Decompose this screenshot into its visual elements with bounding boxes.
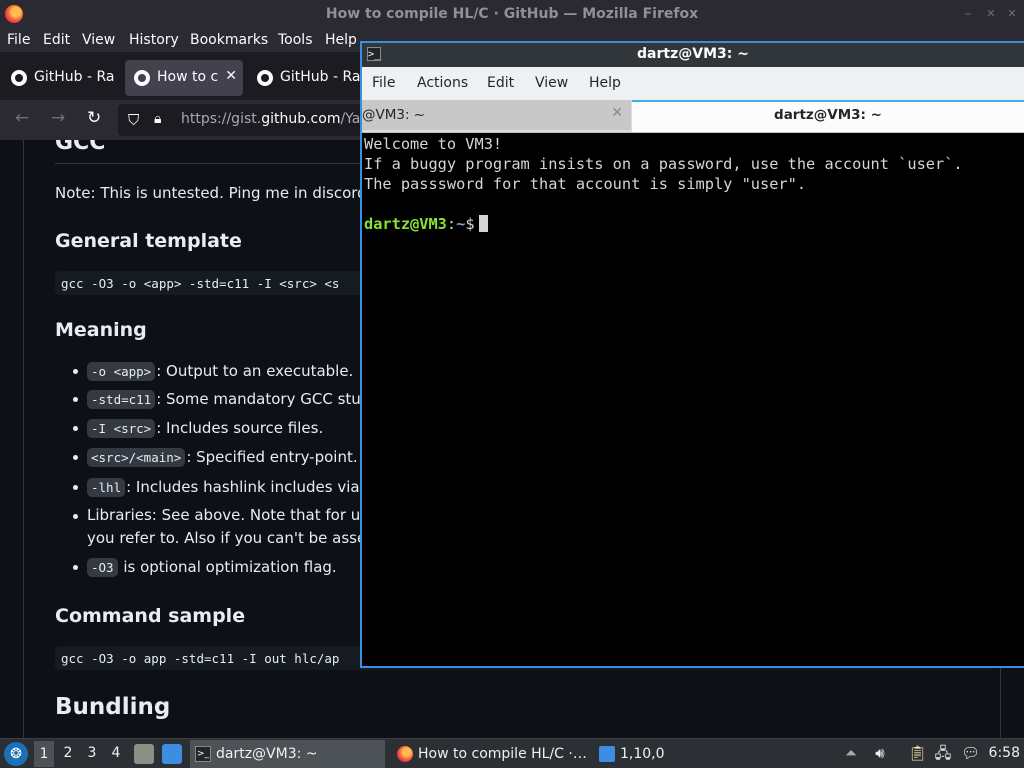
terminal-prompt: dartz@VM3:~$: [364, 214, 488, 234]
terminal-menu-view[interactable]: View: [535, 75, 568, 91]
list-item: -O3 is optional optimization flag.: [87, 558, 337, 577]
lock-icon[interactable]: 🔒︎: [154, 111, 161, 127]
workspace-4[interactable]: 4: [106, 745, 126, 761]
terminal-icon: >_: [195, 746, 211, 762]
url-text: https://gist.github.com/Ya: [181, 111, 361, 127]
menu-view[interactable]: View: [82, 32, 115, 48]
list-item: <src>/<main>: Specified entry-point.: [87, 448, 358, 467]
notifications-icon[interactable]: 💬︎: [961, 744, 980, 762]
tab-github-1[interactable]: GitHub - Ra: [2, 60, 120, 96]
menu-tools[interactable]: Tools: [278, 32, 313, 48]
task-firefox[interactable]: How to compile HL/C ·…: [392, 740, 588, 768]
tab-close-icon[interactable]: ✕: [225, 68, 237, 84]
tab-github-2[interactable]: GitHub - Ra: [248, 60, 360, 96]
folder-icon: [599, 746, 615, 762]
maximize-icon[interactable]: ✕: [985, 8, 997, 20]
list-item: -lhl: Includes hashlink includes via: [87, 478, 373, 497]
heading-gcc: GCC: [55, 140, 106, 155]
workspace-3[interactable]: 3: [82, 745, 102, 761]
close-tab-icon[interactable]: ✕: [611, 105, 623, 121]
github-icon: [11, 70, 27, 86]
bullet: [73, 565, 78, 570]
menu-file[interactable]: File: [7, 32, 30, 48]
terminal-window: >_ dartz@VM3: ~ File Actions Edit View H…: [360, 41, 1024, 668]
terminal-titlebar[interactable]: >_ dartz@VM3: ~: [362, 43, 1024, 67]
heading-command-sample: Command sample: [55, 605, 246, 627]
bullet: [73, 514, 78, 519]
tab-label: How to co: [157, 69, 219, 85]
reload-icon[interactable]: ↻: [87, 108, 101, 128]
menu-help[interactable]: Help: [325, 32, 357, 48]
terminal-tab-2[interactable]: dartz@VM3: ~: [632, 100, 1024, 132]
list-item-continued: you refer to. Also if you can't be assed: [87, 529, 376, 547]
menu-edit[interactable]: Edit: [43, 32, 70, 48]
firefox-icon: [397, 746, 413, 762]
bullet: [73, 485, 78, 490]
list-item: -I <src>: Includes source files.: [87, 419, 323, 438]
heading-meaning: Meaning: [55, 319, 147, 341]
task-file-manager[interactable]: 1,10,0: [594, 740, 674, 768]
github-icon: [134, 70, 150, 86]
terminal-menu-actions[interactable]: Actions: [417, 75, 468, 91]
minimize-icon[interactable]: ⎯: [962, 8, 974, 20]
terminal-menu-help[interactable]: Help: [589, 75, 621, 91]
terminal-tab-1[interactable]: @VM3: ~ ✕: [362, 100, 631, 130]
update-icon[interactable]: ⏶: [842, 744, 860, 762]
terminal-window-title: dartz@VM3: ~: [637, 46, 749, 62]
clock[interactable]: 6:58: [989, 745, 1020, 761]
heading-bundling: Bundling: [55, 694, 171, 720]
terminal-menu-edit[interactable]: Edit: [487, 75, 514, 91]
list-item: -std=c11: Some mandatory GCC stu: [87, 390, 361, 409]
list-item: -o <app>: Output to an executable.: [87, 362, 353, 381]
start-menu-icon[interactable]: ❂: [4, 742, 28, 766]
menu-bookmarks[interactable]: Bookmarks: [190, 32, 268, 48]
terminal-tab-label: @VM3: ~: [362, 107, 426, 123]
terminal-cursor: [478, 215, 488, 232]
note-paragraph: Note: This is untested. Ping me in disco…: [55, 184, 376, 202]
bullet: [73, 426, 78, 431]
tab-label: GitHub - Ra: [280, 69, 360, 85]
menu-history[interactable]: History: [129, 32, 179, 48]
forward-icon[interactable]: →: [51, 108, 65, 128]
workspace-1[interactable]: 1: [34, 741, 54, 767]
firefox-window-title: How to compile HL/C · GitHub — Mozilla F…: [325, 6, 699, 22]
show-desktop-icon[interactable]: [162, 744, 182, 764]
back-icon[interactable]: ←: [15, 108, 29, 128]
bullet: [73, 369, 78, 374]
file-manager-launcher-icon[interactable]: [134, 744, 154, 764]
tab-how-to-compile[interactable]: How to co ✕: [125, 60, 243, 96]
terminal-tab-label: dartz@VM3: ~: [774, 107, 882, 123]
terminal-tabbar: @VM3: ~ ✕ dartz@VM3: ~: [362, 100, 1024, 133]
close-icon[interactable]: ✕: [1006, 8, 1018, 20]
shield-icon[interactable]: ⛉: [128, 111, 139, 129]
terminal-output[interactable]: Welcome to VM3! If a buggy program insis…: [364, 134, 1024, 668]
terminal-menu-file[interactable]: File: [372, 75, 395, 91]
github-icon: [257, 70, 273, 86]
tab-label: GitHub - Ra: [34, 69, 115, 85]
heading-general-template: General template: [55, 230, 242, 252]
workspace-2[interactable]: 2: [58, 745, 78, 761]
terminal-line: If a buggy program insists on a password…: [364, 155, 963, 173]
firefox-titlebar[interactable]: How to compile HL/C · GitHub — Mozilla F…: [0, 0, 1024, 30]
network-icon[interactable]: 🖧: [934, 744, 952, 762]
clipboard-icon[interactable]: 📋︎: [908, 744, 927, 762]
list-item: Libraries: See above. Note that for unix: [87, 506, 383, 524]
task-terminal[interactable]: >_ dartz@VM3: ~: [190, 740, 385, 768]
volume-icon[interactable]: 🔊︎: [871, 744, 889, 762]
bullet: [73, 455, 78, 460]
terminal-menubar: File Actions Edit View Help: [362, 67, 1024, 100]
taskbar: ❂ 1 2 3 4 >_ dartz@VM3: ~ How to compile…: [0, 738, 1024, 768]
terminal-line: The passsword for that account is simply…: [364, 175, 807, 193]
terminal-line: Welcome to VM3!: [364, 135, 503, 153]
bullet: [73, 397, 78, 402]
